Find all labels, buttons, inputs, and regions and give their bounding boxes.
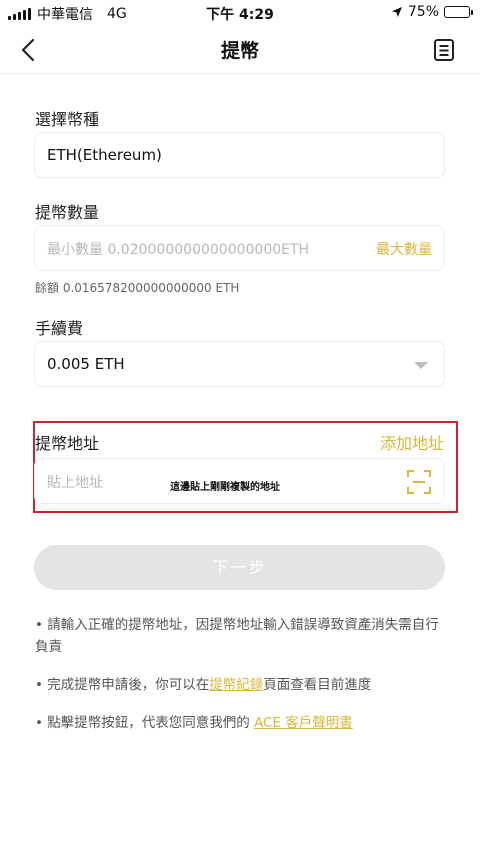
amount-input[interactable]: 最小數量 0.020000000000000000ETH 最大數量 [34,225,445,271]
balance-text: 餘額 0.016578200000000000 ETH [35,281,240,295]
fee-select[interactable]: 0.005 ETH [34,341,445,387]
tip-text: 點擊提幣按鈕，代表您同意我們的 [47,715,255,731]
status-bar: 中華電信 4G 下午 4:29 75% [0,0,480,26]
next-button[interactable]: 下一步 [34,545,445,590]
document-list-icon[interactable] [432,38,456,62]
location-arrow-icon [391,7,402,17]
battery-percent: 75% [407,4,439,20]
fee-value: 0.005 ETH [47,355,125,373]
bullet: • [35,677,43,693]
add-address-button[interactable]: 添加地址 [380,430,444,454]
status-left: 中華電信 4G [8,4,127,24]
tip-item: • 點擊提幣按鈕，代表您同意我們的 ACE 客戶聲明書 [35,712,450,734]
paste-annotation: 這邊貼上剛剛複製的地址 [170,482,280,493]
amount-label: 提幣數量 [35,203,100,222]
address-label: 提幣地址 [35,434,100,453]
amount-placeholder: 最小數量 0.020000000000000000ETH [47,242,310,258]
caret-down-icon [414,362,428,369]
page-title: 提幣 [220,40,259,62]
currency-value: ETH(Ethereum) [47,146,162,164]
currency-label: 選擇幣種 [35,110,100,129]
carrier-name: 中華電信 [37,7,93,23]
tip-text: 頁面查看目前進度 [263,677,372,693]
bullet: • [35,617,43,633]
signal-icon [8,8,31,20]
currency-select[interactable]: ETH(Ethereum) [34,132,445,178]
nav-bar: 提幣 [0,26,480,74]
status-right: 75% [391,4,473,20]
battery-icon [444,6,473,18]
max-amount-button[interactable]: 最大數量 [376,239,432,259]
customer-statement-link[interactable]: ACE 客戶聲明書 [254,715,353,731]
fee-label: 手續費 [35,319,84,338]
network-type: 4G [107,6,127,22]
withdrawal-record-link[interactable]: 提幣紀錄 [209,677,263,693]
address-placeholder: 貼上地址 [47,475,103,491]
tip-text: 完成提幣申請後，你可以在 [47,677,210,693]
tip-item: • 請輸入正確的提幣地址，因提幣地址輸入錯誤導致資產消失需自行負責 [35,614,450,658]
tip-item: • 完成提幣申請後，你可以在提幣紀錄頁面查看目前進度 [35,674,450,696]
bullet: • [35,715,43,731]
tip-text: 請輸入正確的提幣地址，因提幣地址輸入錯誤導致資產消失需自行負責 [35,617,439,655]
scan-icon[interactable] [406,469,432,495]
